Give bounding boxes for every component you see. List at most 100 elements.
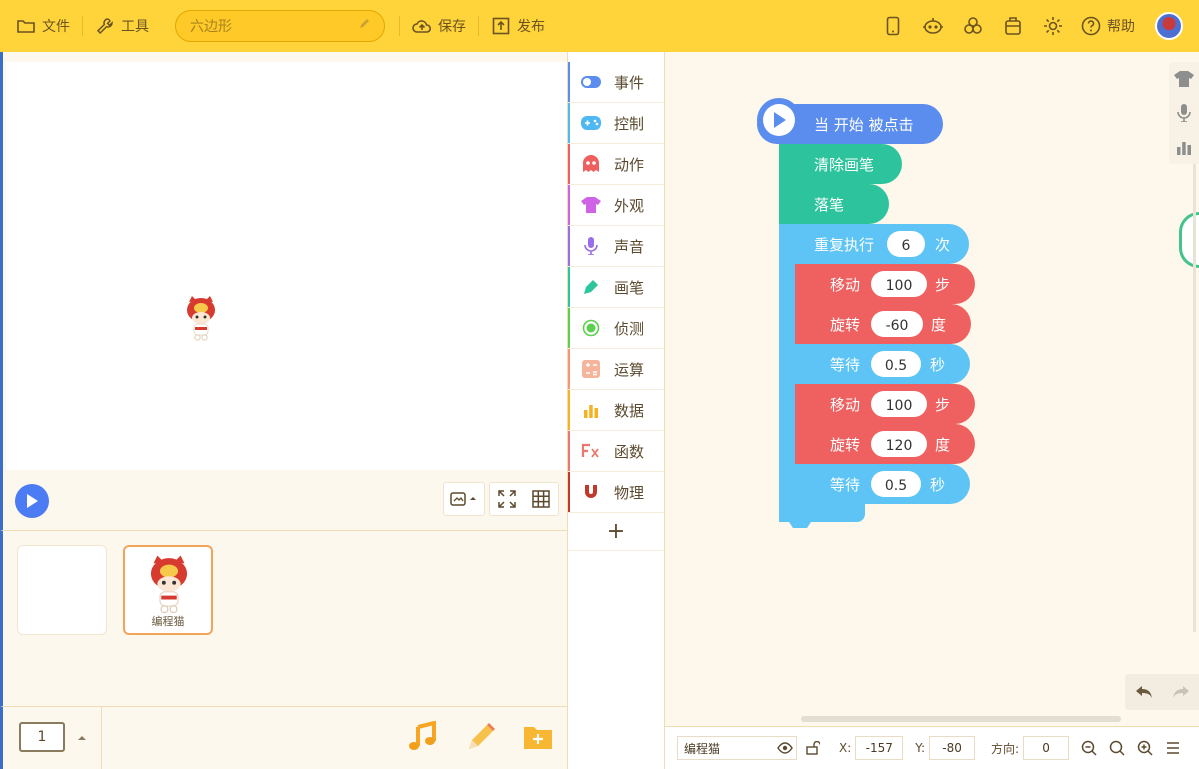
publish-button[interactable]: 发布 <box>479 0 557 52</box>
vertical-scrollbar[interactable] <box>1193 112 1196 632</box>
category-label: 控制 <box>614 114 645 133</box>
category-label: 画笔 <box>614 278 645 297</box>
zoom-reset-button[interactable] <box>1103 736 1131 760</box>
add-category-button[interactable]: + <box>568 513 664 551</box>
workspace-toggle-knob[interactable] <box>1179 212 1199 268</box>
zoom-in-button[interactable] <box>1131 736 1159 760</box>
category-sound[interactable]: 声音 <box>568 226 664 267</box>
category-label: 数据 <box>614 401 645 420</box>
category-color-bar <box>568 390 570 430</box>
wait-block[interactable]: 等待 0.5 秒 <box>795 344 970 384</box>
stage-panel <box>0 52 567 530</box>
microphone-icon <box>1177 104 1191 122</box>
sprite-card-codemao[interactable]: 编程猫 <box>123 545 213 635</box>
category-motion[interactable]: 动作 <box>568 144 664 185</box>
wait-block[interactable]: 等待 0.5 秒 <box>795 464 970 510</box>
category-physics[interactable]: 物理 <box>568 472 664 513</box>
project-name: 六边形 <box>190 19 232 35</box>
undo-icon[interactable] <box>1134 684 1154 700</box>
move-block[interactable]: 移动 100 步 <box>795 384 975 424</box>
magnet-icon <box>580 483 602 501</box>
horizontal-scrollbar[interactable] <box>801 716 1121 722</box>
lock-toggle[interactable] <box>799 736 827 760</box>
x-position-field[interactable]: -157 <box>855 736 904 760</box>
backpack-icon <box>1005 17 1021 35</box>
settings-button[interactable] <box>1033 0 1073 52</box>
page-selector[interactable]: 1 <box>19 722 65 752</box>
music-note-icon <box>409 720 436 750</box>
help-button[interactable]: 帮助 <box>1073 0 1143 52</box>
codemao-cat-sprite[interactable] <box>184 294 218 342</box>
costume-tool[interactable] <box>1169 62 1199 96</box>
visibility-toggle[interactable] <box>771 736 799 760</box>
category-operators[interactable]: 运算 <box>568 349 664 390</box>
block-unit: 秒 <box>930 476 945 494</box>
script-blocks: 重复执行 6 次 落笔 清除画笔 当 开始 被点击 移动 100 步 旋转 -6… <box>757 98 975 528</box>
y-label: Y: <box>915 741 926 755</box>
category-control[interactable]: 控制 <box>568 103 664 144</box>
category-color-bar <box>568 103 570 143</box>
caret-up-icon[interactable] <box>77 735 87 741</box>
turn-block[interactable]: 旋转 120 度 <box>795 424 975 464</box>
fullscreen-and-grid-group <box>489 482 559 516</box>
background-card[interactable] <box>17 545 107 635</box>
clear-pen-block[interactable]: 清除画笔 <box>779 144 902 184</box>
block-label: 重复执行 <box>814 236 874 254</box>
category-sensing[interactable]: 侦测 <box>568 308 664 349</box>
microphone-icon <box>580 237 602 255</box>
when-start-clicked-block[interactable]: 当 开始 被点击 <box>757 98 943 144</box>
turn-block[interactable]: 旋转 -60 度 <box>795 304 971 344</box>
zoom-out-button[interactable] <box>1075 736 1103 760</box>
pen-down-block[interactable]: 落笔 <box>779 184 889 224</box>
user-avatar[interactable] <box>1155 12 1183 40</box>
move-block[interactable]: 移动 100 步 <box>795 264 975 304</box>
block-unit: 次 <box>935 236 950 254</box>
workspace-side-tools <box>1169 62 1199 164</box>
extensions-button[interactable] <box>953 0 993 52</box>
menu-button[interactable] <box>1159 736 1187 760</box>
block-label: 清除画笔 <box>814 156 874 174</box>
fullscreen-button[interactable] <box>490 490 524 508</box>
tools-menu-label: 工具 <box>121 19 149 35</box>
gamepad-icon <box>580 114 602 132</box>
sound-library-button[interactable] <box>407 720 439 753</box>
category-pen[interactable]: 画笔 <box>568 267 664 308</box>
category-functions[interactable]: 函数 <box>568 431 664 472</box>
direction-field[interactable]: 0 <box>1023 736 1070 760</box>
data-tool[interactable] <box>1169 130 1199 164</box>
tools-menu[interactable]: 工具 <box>83 0 161 52</box>
category-looks[interactable]: 外观 <box>568 185 664 226</box>
zoom-out-icon <box>1081 740 1097 756</box>
block-label: 移动 <box>830 276 860 294</box>
file-library-button[interactable] <box>523 723 553 751</box>
category-color-bar <box>568 472 570 512</box>
y-position-field[interactable]: -80 <box>929 736 976 760</box>
grid-button[interactable] <box>524 490 558 508</box>
category-data[interactable]: 数据 <box>568 390 664 431</box>
category-event[interactable]: 事件 <box>568 62 664 103</box>
project-name-field[interactable]: 六边形 <box>175 10 385 42</box>
file-menu[interactable]: 文件 <box>0 0 82 52</box>
file-menu-label: 文件 <box>42 19 70 35</box>
backpack-button[interactable] <box>993 0 1033 52</box>
sound-tool[interactable] <box>1169 96 1199 130</box>
robot-button[interactable] <box>913 0 953 52</box>
stage-size-button[interactable] <box>443 482 485 516</box>
code-workspace[interactable]: 重复执行 6 次 落笔 清除画笔 当 开始 被点击 移动 100 步 旋转 -6… <box>665 52 1199 726</box>
input-value: 120 <box>886 438 913 454</box>
block-unit: 秒 <box>930 356 945 374</box>
bottom-toolbar: 1 <box>0 706 567 769</box>
save-button[interactable]: 保存 <box>400 0 478 52</box>
run-button[interactable] <box>15 484 49 518</box>
mobile-preview-button[interactable] <box>873 0 913 52</box>
block-label: 旋转 <box>830 436 860 454</box>
bar-chart-icon <box>580 401 602 419</box>
stage-canvas[interactable] <box>6 62 567 470</box>
grid-icon <box>532 490 550 508</box>
paint-button[interactable] <box>465 721 497 753</box>
category-color-bar <box>568 144 570 184</box>
function-icon <box>580 442 602 460</box>
redo-icon[interactable] <box>1171 684 1191 700</box>
block-unit: 步 <box>935 276 950 294</box>
sprite-name: 编程猫 <box>151 615 185 628</box>
